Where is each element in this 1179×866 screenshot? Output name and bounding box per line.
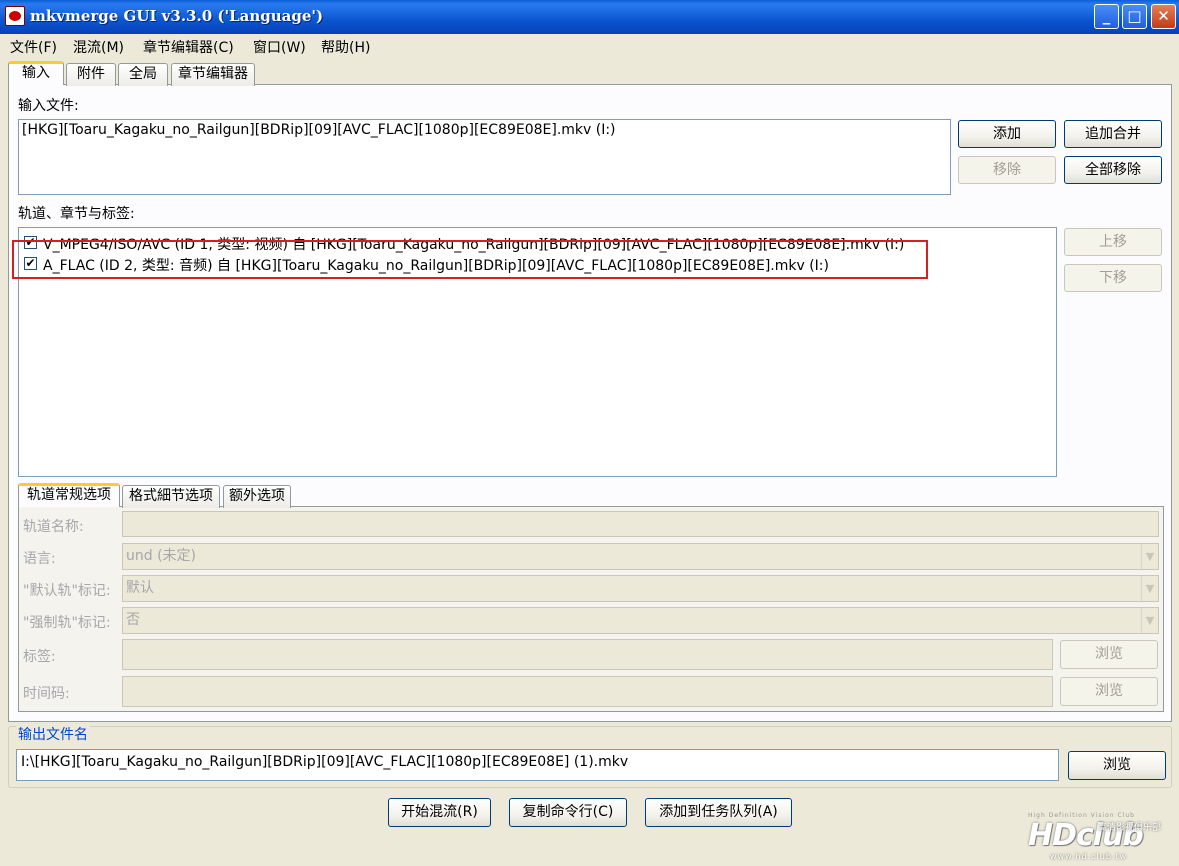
default-flag-label: "默认轨"标记:	[23, 583, 111, 599]
tab-chapter-editor[interactable]: 章节编辑器	[171, 63, 255, 86]
tracks-label: 轨道、章节与标签:	[18, 206, 135, 222]
language-value: und (未定)	[126, 548, 197, 564]
language-select[interactable]: und (未定) ▼	[122, 543, 1159, 570]
start-muxing-button[interactable]: 开始混流(R)	[388, 798, 491, 827]
maximize-button[interactable]: □	[1122, 4, 1147, 29]
menu-bar: 文件(F) 混流(M) 章节编辑器(C) 窗口(W) 帮助(H)	[0, 34, 1179, 58]
output-path-text: I:\[HKG][Toaru_Kagaku_no_Railgun][BDRip]…	[21, 754, 629, 770]
forced-flag-label: "强制轨"标记:	[23, 615, 111, 631]
forced-flag-select[interactable]: 否 ▼	[122, 607, 1159, 634]
hdclub-watermark: High Definition Vision Club HDclub 高清影视俱…	[1028, 812, 1174, 862]
output-filename-label: 输出文件名	[16, 724, 90, 744]
forced-flag-value: 否	[126, 612, 140, 628]
language-label: 语言:	[23, 551, 56, 567]
add-to-queue-button[interactable]: 添加到任务队列(A)	[645, 798, 792, 827]
output-path-input[interactable]: I:\[HKG][Toaru_Kagaku_no_Railgun][BDRip]…	[16, 749, 1059, 781]
output-browse-button[interactable]: 浏览	[1068, 751, 1166, 780]
close-button[interactable]: ✕	[1151, 4, 1176, 29]
move-down-button[interactable]: 下移	[1064, 264, 1162, 292]
menu-help[interactable]: 帮助(H)	[321, 37, 370, 57]
remove-button[interactable]: 移除	[958, 156, 1056, 184]
menu-file[interactable]: 文件(F)	[10, 37, 57, 57]
chevron-down-icon[interactable]: ▼	[1141, 576, 1158, 601]
tab-extra-options[interactable]: 额外选项	[223, 485, 291, 508]
menu-window[interactable]: 窗口(W)	[253, 37, 306, 57]
input-files-list[interactable]: [HKG][Toaru_Kagaku_no_Railgun][BDRip][09…	[18, 119, 951, 195]
tags-input[interactable]	[122, 639, 1053, 670]
tab-general-track-options[interactable]: 轨道常规选项	[18, 483, 120, 507]
timecodes-input[interactable]	[122, 676, 1053, 707]
track-name-label: 轨道名称:	[23, 519, 84, 535]
tab-format-specific-options[interactable]: 格式細节选项	[122, 485, 220, 508]
menu-chapter-editor[interactable]: 章节编辑器(C)	[143, 37, 234, 57]
input-file-item[interactable]: [HKG][Toaru_Kagaku_no_Railgun][BDRip][09…	[22, 122, 616, 138]
title-bar[interactable]: mkvmerge GUI v3.3.0 ('Language') _ □ ✕	[0, 0, 1179, 34]
tags-browse-button[interactable]: 浏览	[1060, 640, 1158, 669]
tags-label: 标签:	[23, 649, 56, 665]
app-icon[interactable]	[5, 6, 25, 26]
tab-global[interactable]: 全局	[118, 63, 168, 86]
input-files-label: 输入文件:	[18, 98, 79, 114]
watermark-chinese: 高清影视俱乐部	[1098, 823, 1162, 833]
default-flag-value: 默认	[126, 580, 154, 596]
track-name-input[interactable]	[122, 511, 1159, 537]
copy-command-line-button[interactable]: 复制命令行(C)	[509, 798, 627, 827]
append-button[interactable]: 追加合并	[1064, 120, 1162, 148]
move-up-button[interactable]: 上移	[1064, 228, 1162, 256]
menu-mux[interactable]: 混流(M)	[73, 37, 124, 57]
window-title: mkvmerge GUI v3.3.0 ('Language')	[30, 7, 324, 25]
highlight-box	[12, 240, 928, 279]
chevron-down-icon[interactable]: ▼	[1141, 608, 1158, 633]
add-button[interactable]: 添加	[958, 120, 1056, 148]
remove-all-button[interactable]: 全部移除	[1064, 156, 1162, 184]
timecodes-label: 时间码:	[23, 686, 70, 702]
timecodes-browse-button[interactable]: 浏览	[1060, 677, 1158, 706]
default-flag-select[interactable]: 默认 ▼	[122, 575, 1159, 602]
chevron-down-icon[interactable]: ▼	[1141, 544, 1158, 569]
tab-input[interactable]: 输入	[8, 61, 64, 85]
minimize-button[interactable]: _	[1094, 4, 1119, 29]
tab-attachments[interactable]: 附件	[66, 63, 116, 86]
watermark-site: www.hd.club.tw	[1050, 852, 1128, 861]
